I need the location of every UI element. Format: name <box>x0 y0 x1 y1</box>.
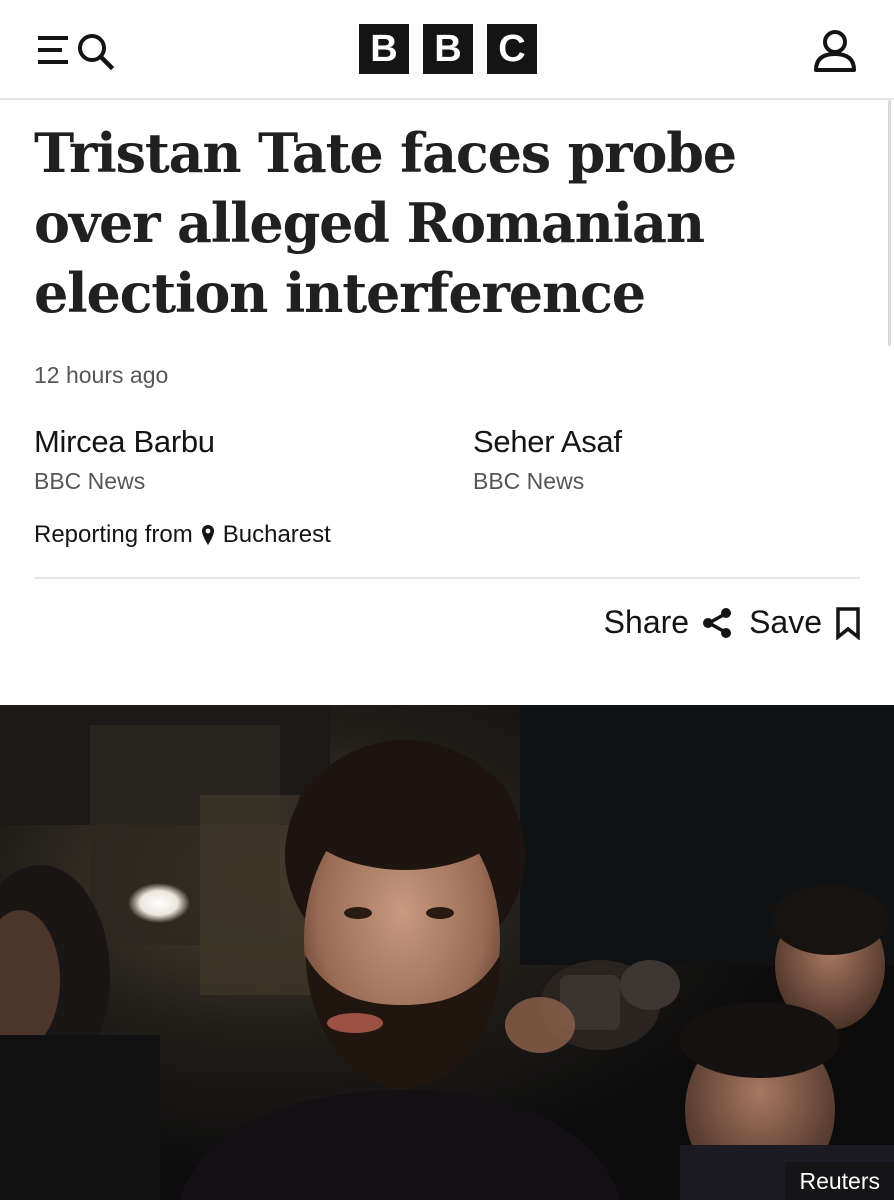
location-pin-icon <box>201 525 214 545</box>
image-credit: Reuters <box>785 1162 894 1200</box>
account-icon <box>814 30 856 72</box>
menu-icon <box>38 36 68 64</box>
divider <box>34 577 860 579</box>
menu-search-button[interactable] <box>36 30 122 70</box>
bbc-logo[interactable]: B B C <box>359 24 537 74</box>
search-icon <box>78 34 115 70</box>
author-byline: Mircea Barbu BBC News <box>34 424 215 495</box>
hero-photo <box>0 705 894 1200</box>
logo-letter-c: C <box>487 24 537 74</box>
share-label: Share <box>603 604 690 640</box>
author-name: Mircea Barbu <box>34 424 215 459</box>
logo-letter-b2: B <box>423 24 473 74</box>
article-hero-image: Reuters <box>0 705 894 1200</box>
reporting-prefix: Reporting from <box>34 521 193 548</box>
site-header: B B C <box>0 0 894 100</box>
save-label: Save <box>749 604 822 640</box>
reporting-city: Bucharest <box>222 521 331 548</box>
save-button[interactable]: Save <box>749 604 862 641</box>
author-organisation: BBC News <box>34 468 146 494</box>
share-button[interactable]: Share <box>604 604 733 641</box>
article-headline: Tristan Tate faces probe over alleged Ro… <box>34 121 737 325</box>
author-byline: Seher Asaf BBC News <box>473 424 622 495</box>
bookmark-icon <box>836 606 860 640</box>
article-actions: Share Save <box>604 604 862 641</box>
author-organisation: BBC News <box>473 468 585 494</box>
scrollbar[interactable] <box>888 100 891 346</box>
share-icon <box>703 607 732 638</box>
author-name: Seher Asaf <box>473 424 622 459</box>
reporting-location: Reporting from Bucharest <box>34 521 331 549</box>
logo-letter-b1: B <box>359 24 409 74</box>
article-timestamp: 12 hours ago <box>34 362 169 388</box>
account-button[interactable] <box>812 28 858 74</box>
